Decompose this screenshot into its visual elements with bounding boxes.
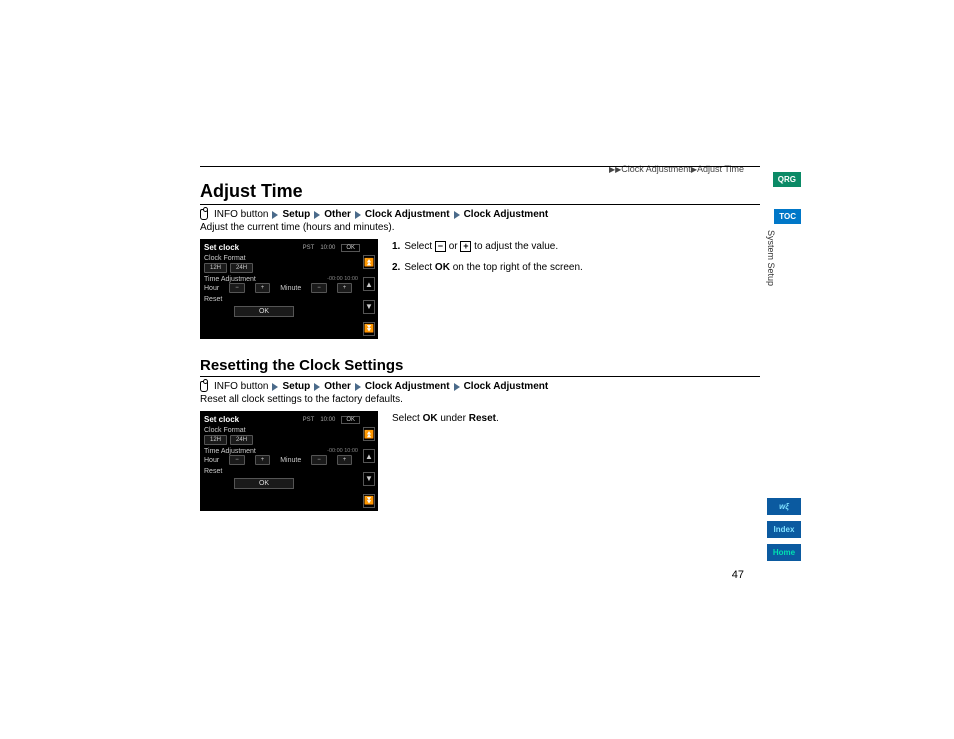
device-12h: 12H — [204, 435, 227, 445]
nav-setup: Setup — [282, 209, 310, 220]
device-down-icon: ▼ — [363, 300, 375, 314]
device-tz: PST — [303, 417, 315, 423]
step-text: Select — [404, 241, 432, 252]
step-ok: OK — [435, 262, 450, 273]
section-description: Adjust the current time (hours and minut… — [200, 222, 760, 233]
chevron-right-icon — [355, 211, 361, 219]
device-hour-plus: + — [255, 455, 271, 465]
info-button-icon — [200, 381, 208, 392]
section-title-adjust-time: Adjust Time — [200, 181, 760, 202]
divider — [200, 166, 760, 167]
tab-index[interactable]: Index — [767, 521, 801, 538]
section-description: Reset all clock settings to the factory … — [200, 394, 760, 405]
device-hour-label: Hour — [204, 457, 219, 464]
device-up-icon: ▲ — [363, 449, 375, 463]
device-down-double-icon: ⏬ — [363, 494, 375, 508]
device-24h: 24H — [230, 263, 253, 273]
steps-list: 1. Select − or + to adjust the value. 2.… — [392, 239, 583, 281]
device-screenshot: Set clock PST 10:00 OK Clock Format 12H … — [200, 239, 378, 339]
inst-text: Select — [392, 413, 420, 424]
inst-ok: OK — [423, 413, 438, 424]
nav-other: Other — [324, 381, 351, 392]
nav-info: INFO button — [214, 209, 268, 220]
inst-text: under — [440, 413, 466, 424]
step-text: or — [449, 241, 458, 252]
tab-voice[interactable]: wξ — [767, 498, 801, 515]
device-ok-bottom: OK — [234, 478, 294, 489]
device-ok-top: OK — [341, 244, 360, 252]
device-clock-format-label: Clock Format — [204, 255, 360, 262]
device-ok-top: OK — [341, 416, 360, 424]
device-hour-minus: − — [229, 455, 245, 465]
step-number: 2. — [392, 260, 400, 275]
device-title: Set clock — [204, 415, 239, 424]
tab-toc[interactable]: TOC — [774, 209, 801, 224]
device-time-adj-label: Time Adjustment — [204, 276, 256, 283]
step-text: on the top right of the screen. — [453, 262, 583, 273]
nav-clock-adj-2: Clock Adjustment — [464, 381, 549, 392]
device-hour-minus: − — [229, 283, 245, 293]
inst-reset: Reset — [469, 413, 496, 424]
device-tz: PST — [303, 245, 315, 251]
page-number: 47 — [732, 569, 744, 581]
chevron-right-icon — [454, 211, 460, 219]
chevron-right-icon — [355, 383, 361, 391]
divider — [200, 204, 760, 205]
nav-setup: Setup — [282, 381, 310, 392]
tab-home[interactable]: Home — [767, 544, 801, 561]
device-down-icon: ▼ — [363, 472, 375, 486]
device-small-times: -00:00 10:00 — [327, 448, 358, 455]
device-minute-label: Minute — [280, 457, 301, 464]
step-text: Select — [404, 262, 432, 273]
nav-path: INFO button Setup Other Clock Adjustment… — [200, 209, 760, 220]
device-minute-label: Minute — [280, 285, 301, 292]
device-min-minus: − — [311, 283, 327, 293]
nav-clock-adj-2: Clock Adjustment — [464, 209, 549, 220]
device-hour-label: Hour — [204, 285, 219, 292]
plus-icon: + — [460, 241, 471, 252]
device-hour-plus: + — [255, 283, 271, 293]
chevron-right-icon — [272, 383, 278, 391]
device-up-double-icon: ⏫ — [363, 427, 375, 441]
device-min-plus: + — [337, 283, 353, 293]
section-title-reset: Resetting the Clock Settings — [200, 357, 760, 374]
device-min-plus: + — [337, 455, 353, 465]
device-time: 10:00 — [320, 417, 335, 423]
nav-path: INFO button Setup Other Clock Adjustment… — [200, 381, 760, 392]
inst-text: . — [496, 413, 499, 424]
instruction-text: Select OK under Reset. — [392, 411, 499, 426]
nav-clock-adj: Clock Adjustment — [365, 209, 450, 220]
chevron-right-icon — [454, 383, 460, 391]
device-time: 10:00 — [320, 245, 335, 251]
device-min-minus: − — [311, 455, 327, 465]
device-down-double-icon: ⏬ — [363, 322, 375, 336]
device-ok-bottom: OK — [234, 306, 294, 317]
device-clock-format-label: Clock Format — [204, 427, 360, 434]
section-label-vertical: System Setup — [766, 230, 776, 286]
divider — [200, 376, 760, 377]
chevron-right-icon — [314, 383, 320, 391]
device-title: Set clock — [204, 243, 239, 252]
nav-info: INFO button — [214, 381, 268, 392]
step-number: 1. — [392, 239, 400, 254]
nav-clock-adj: Clock Adjustment — [365, 381, 450, 392]
nav-other: Other — [324, 209, 351, 220]
info-button-icon — [200, 209, 208, 220]
chevron-right-icon — [272, 211, 278, 219]
tab-qrg[interactable]: QRG — [773, 172, 801, 187]
device-small-times: -00:00 10:00 — [327, 276, 358, 283]
device-24h: 24H — [230, 435, 253, 445]
step-text: to adjust the value. — [474, 241, 558, 252]
device-12h: 12H — [204, 263, 227, 273]
chevron-right-icon — [314, 211, 320, 219]
device-time-adj-label: Time Adjustment — [204, 448, 256, 455]
device-screenshot: Set clock PST 10:00 OK Clock Format 12H … — [200, 411, 378, 511]
device-reset-label: Reset — [204, 296, 360, 303]
device-up-icon: ▲ — [363, 277, 375, 291]
device-reset-label: Reset — [204, 468, 360, 475]
minus-icon: − — [435, 241, 446, 252]
device-up-double-icon: ⏫ — [363, 255, 375, 269]
